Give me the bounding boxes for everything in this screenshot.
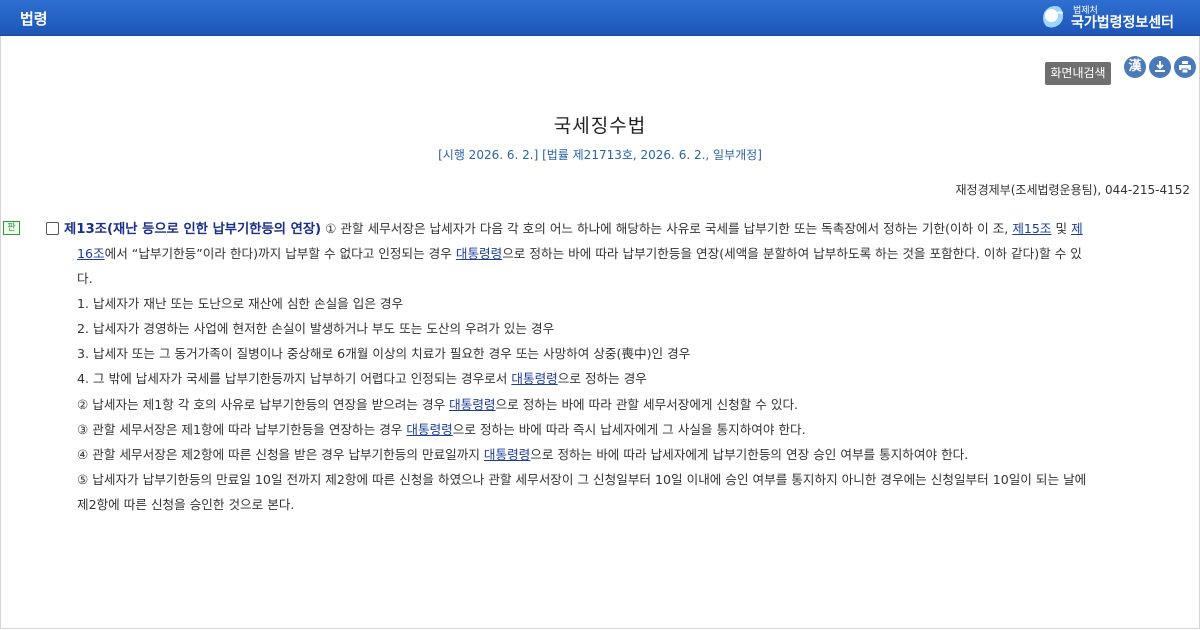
- link-presidential-decree[interactable]: 대통령령: [406, 422, 452, 437]
- moleg-logo[interactable]: 법제처 국가법령정보센터: [1042, 3, 1174, 33]
- hanja-toggle-button[interactable]: 漢: [1124, 56, 1146, 78]
- link-article-16-part1[interactable]: 제: [1071, 221, 1083, 236]
- list-item: 2. 납세자가 경영하는 사업에 현저한 손실이 발생하거나 부도 또는 도산의…: [77, 321, 555, 336]
- law-title: 국세징수법: [553, 115, 647, 137]
- article-line-2: 16조에서 “납부기한등”이라 한다)까지 납부할 수 없다고 인정되는 경우 …: [77, 246, 1082, 261]
- link-article-15[interactable]: 제15조: [1012, 221, 1051, 236]
- logo-text: 국가법령정보센터: [1070, 14, 1174, 31]
- link-presidential-decree[interactable]: 대통령령: [511, 371, 557, 386]
- article-select-checkbox[interactable]: [46, 222, 59, 235]
- article-line-1: 제13조(재난 등으로 인한 납부기한등의 연장) ① 관할 세무서장은 납세자…: [64, 221, 1083, 237]
- paragraph-4: ④ 관할 세무서장은 제2항에 따른 신청을 받은 경우 납부기한등의 만료일까…: [77, 447, 969, 462]
- article-heading[interactable]: 제13조(재난 등으로 인한 납부기한등의 연장): [64, 222, 321, 237]
- paragraph-5-continued: 제2항에 따른 신청을 승인한 것으로 본다.: [77, 497, 295, 512]
- link-article-16-part2[interactable]: 16조: [77, 246, 105, 261]
- link-presidential-decree[interactable]: 대통령령: [449, 397, 495, 412]
- link-presidential-decree[interactable]: 대통령령: [456, 246, 502, 261]
- article-line-3: 다.: [77, 271, 93, 286]
- logo-emblem-icon: [1042, 6, 1067, 30]
- list-item: 4. 그 밖에 납세자가 국세를 납부기한등까지 납부하기 어렵다고 인정되는 …: [77, 371, 647, 386]
- top-header-bar: 법령 법제처 국가법령정보센터: [0, 0, 1200, 36]
- law-department-contact: 재정경제부(조세법령운용팀), 044-215-4152: [955, 183, 1190, 197]
- print-icon: [1179, 61, 1191, 74]
- download-icon: [1155, 61, 1165, 72]
- in-page-search-button[interactable]: 화면내검색: [1045, 62, 1111, 85]
- header-title: 법령: [20, 10, 48, 28]
- paragraph-5: ⑤ 납세자가 납부기한등의 만료일 10일 전까지 제2항에 따른 신청을 하였…: [77, 472, 1087, 487]
- precedent-badge[interactable]: 판: [3, 221, 20, 235]
- law-enforcement-info[interactable]: [시행 2026. 6. 2.] [법률 제21713호, 2026. 6. 2…: [0, 146, 1200, 163]
- paragraph-3: ③ 관할 세무서장은 제1항에 따라 납부기한등을 연장하는 경우 대통령령으로…: [77, 422, 806, 437]
- list-item: 1. 납세자가 재난 또는 도난으로 재산에 심한 손실을 입은 경우: [77, 296, 404, 311]
- link-presidential-decree[interactable]: 대통령령: [484, 447, 530, 462]
- download-button[interactable]: [1149, 56, 1171, 78]
- paragraph-2: ② 납세자는 제1항 각 호의 사유로 납부기한등의 연장을 받으려는 경우 대…: [77, 397, 799, 412]
- list-item: 3. 납세자 또는 그 동거가족이 질병이나 중상해로 6개월 이상의 치료가 …: [77, 346, 691, 361]
- print-button[interactable]: [1174, 56, 1196, 78]
